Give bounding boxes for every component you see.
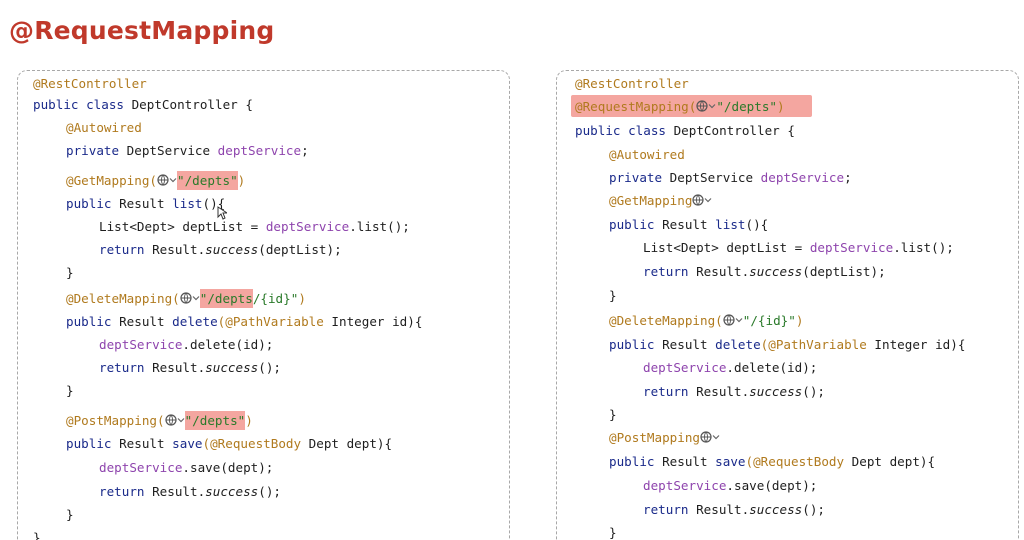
code-line: @RestController: [575, 76, 689, 91]
code-line: return Result.success();: [643, 502, 825, 517]
globe-icon: [692, 194, 705, 206]
code-line: public Result delete(@PathVariable Integ…: [66, 314, 423, 329]
slide-title: @RequestMapping: [9, 16, 275, 45]
code-line: public Result save(@RequestBody Dept dep…: [66, 436, 393, 451]
chevron-down-icon: [192, 296, 200, 301]
mouse-cursor-icon: [217, 206, 227, 220]
globe-icon: [723, 314, 735, 326]
code-line: }: [66, 265, 74, 280]
chevron-down-icon: [169, 178, 177, 183]
code-line: }: [609, 407, 617, 422]
code-line: private DeptService deptService;: [609, 170, 852, 185]
code-line: return Result.success();: [99, 484, 281, 499]
globe-icon: [696, 100, 708, 112]
code-line: public class DeptController {: [575, 123, 795, 138]
code-line: deptService.delete(id);: [643, 360, 818, 375]
highlighted-path: "/depts": [184, 411, 246, 430]
code-line: }: [609, 525, 617, 540]
code-line: return Result.success();: [643, 384, 825, 399]
highlighted-path: "/depts": [177, 171, 238, 190]
code-line: @RestController: [33, 76, 147, 91]
highlighted-path: "/depts: [199, 289, 253, 308]
code-line: @RequestMapping("/depts"): [575, 99, 785, 114]
globe-icon: [157, 174, 169, 186]
code-line: @PostMapping: [609, 430, 720, 446]
code-line: public Result delete(@PathVariable Integ…: [609, 337, 966, 352]
code-line: @GetMapping("/depts"): [66, 171, 246, 190]
code-line: return Result.success();: [99, 360, 281, 375]
code-line: deptService.delete(id);: [99, 337, 274, 352]
code-line: @DeleteMapping("/{id}"): [609, 313, 804, 328]
slide: @RequestMapping @RestController public c…: [0, 0, 1024, 540]
code-line: @DeleteMapping("/depts/{id}"): [66, 289, 306, 308]
code-line: return Result.success(deptList);: [643, 264, 886, 279]
code-line: List<Dept> deptList = deptService.list()…: [643, 240, 954, 255]
code-line: public Result save(@RequestBody Dept dep…: [609, 454, 936, 469]
code-line: }: [66, 507, 74, 522]
code-line: @PostMapping("/depts"): [66, 411, 253, 430]
code-line: deptService.save(dept);: [643, 478, 818, 493]
code-line: }: [609, 288, 617, 303]
code-line: @GetMapping: [609, 193, 712, 209]
chevron-down-icon: [177, 418, 185, 423]
code-line: }: [33, 530, 41, 540]
globe-icon: [700, 431, 712, 443]
code-line: List<Dept> deptList = deptService.list()…: [99, 219, 410, 234]
code-line: return Result.success(deptList);: [99, 242, 342, 257]
code-line: public class DeptController {: [33, 97, 253, 112]
globe-icon: [180, 292, 192, 304]
code-line: @Autowired: [609, 147, 685, 162]
code-line: @Autowired: [66, 120, 142, 135]
chevron-down-icon: [704, 198, 712, 203]
code-line: public Result list(){: [609, 217, 769, 232]
code-line: public Result list(){: [66, 196, 226, 211]
globe-icon: [164, 414, 177, 426]
code-line: deptService.save(dept);: [99, 460, 274, 475]
chevron-down-icon: [712, 435, 720, 440]
code-line: private DeptService deptService;: [66, 143, 309, 158]
code-line: }: [66, 383, 74, 398]
chevron-down-icon: [735, 318, 743, 323]
